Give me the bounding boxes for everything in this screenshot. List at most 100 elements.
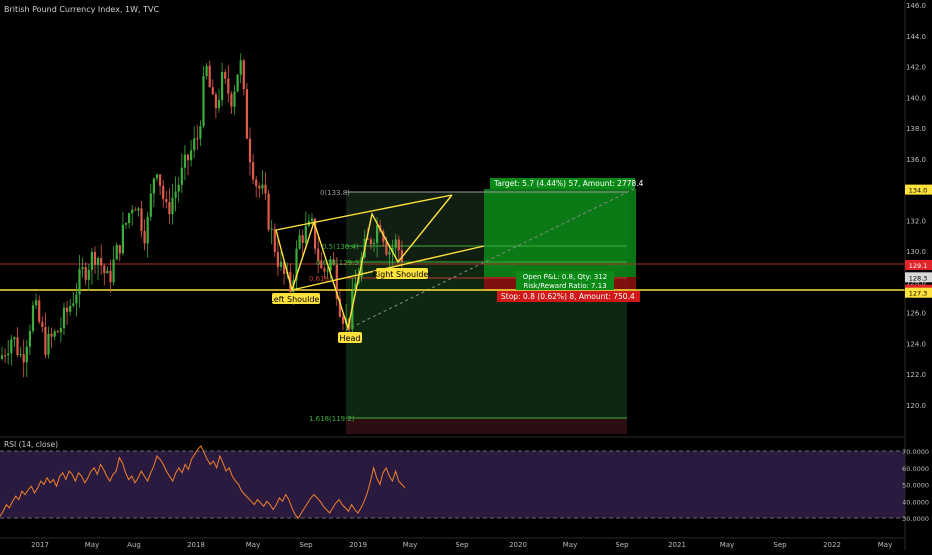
candle-body <box>341 316 345 324</box>
right-shoulder-label: Right Shoulder <box>372 270 432 279</box>
candle-body <box>78 269 81 295</box>
open-pl-label: Open P&L: 0.8, Qty: 312 <box>523 273 608 281</box>
price-tag-label: 127.3 <box>909 290 928 298</box>
rsi-tick-label: 60.0000 <box>902 465 929 473</box>
candle-body <box>273 228 276 253</box>
candle-body <box>214 94 217 109</box>
candle-body <box>115 245 118 260</box>
candle-body <box>230 93 233 107</box>
candle-body <box>183 154 186 168</box>
time-tick-label: 2019 <box>349 541 367 549</box>
candle-body <box>199 126 202 139</box>
candle-body <box>62 307 66 329</box>
price-tick-label: 144.0 <box>906 33 926 41</box>
price-chart[interactable]: Left Shoulder Head Right Shoulder 0(133.… <box>0 0 932 550</box>
candle-body <box>276 252 279 267</box>
candle-body <box>258 186 261 189</box>
candle-body <box>146 216 149 244</box>
target-label: Target: 5.7 (4.44%) 57, Amount: 2778.4 <box>493 179 644 188</box>
candle-body <box>149 193 152 217</box>
candle-body <box>196 138 199 140</box>
candle-body <box>155 174 159 179</box>
price-tick-label: 132.0 <box>906 217 926 225</box>
candle-body <box>112 259 115 283</box>
candle-body <box>193 138 196 151</box>
candle-body <box>270 228 273 230</box>
candle-body <box>121 224 124 254</box>
price-tick-label: 142.0 <box>906 64 926 72</box>
candle-body <box>376 225 379 243</box>
candle-body <box>47 333 50 355</box>
candle-body <box>267 193 270 230</box>
fib-1618-label: 1.618(119.2) <box>309 415 355 423</box>
candle-body <box>134 209 137 211</box>
candle-body <box>13 337 16 340</box>
candle-body <box>66 307 69 312</box>
fib-05-label: 0.5(130.4) <box>322 243 359 251</box>
candle-body <box>50 333 53 337</box>
candle-body <box>84 267 87 280</box>
fib-0-label: 0(133.8) <box>320 189 350 197</box>
candle-body <box>137 208 140 211</box>
chart-stage: Left Shoulder Head Right Shoulder 0(133.… <box>0 0 932 550</box>
time-tick-label: Sep <box>615 541 629 549</box>
time-tick-label: Sep <box>455 541 469 549</box>
candle-body <box>7 353 10 356</box>
candle-body <box>35 300 38 306</box>
candle-body <box>41 321 44 328</box>
candle-body <box>323 268 326 272</box>
candle-body <box>372 242 376 245</box>
head-label: Head <box>340 334 361 343</box>
candle-body <box>224 72 227 79</box>
candle-body <box>118 245 121 254</box>
time-tick-label: 2021 <box>668 541 686 549</box>
candle-body <box>28 331 31 347</box>
price-tick-label: 140.0 <box>906 94 926 102</box>
candle-body <box>264 184 267 194</box>
candle-body <box>394 239 397 248</box>
candle-body <box>19 354 22 356</box>
candle-body <box>109 270 112 283</box>
candle-body <box>298 235 301 249</box>
candle-body <box>171 197 174 215</box>
price-tag-label: 134.0 <box>909 187 928 195</box>
fib-extension-zone <box>346 418 627 434</box>
candle-body <box>236 74 239 92</box>
fib-0618-label: 0.618(129.3) <box>316 259 362 267</box>
candle-body <box>279 261 283 267</box>
candle-body <box>159 174 162 186</box>
candle-body <box>180 167 183 185</box>
candle-body <box>162 185 165 200</box>
time-tick-label: Sep <box>773 541 787 549</box>
price-tick-label: 122.0 <box>906 371 926 379</box>
candle-body <box>242 60 245 90</box>
fib-0618b-label: 0.618 <box>309 275 329 283</box>
time-tick-label: 2018 <box>187 541 205 549</box>
candle-body <box>255 179 258 187</box>
time-tick-label: 2022 <box>823 541 841 549</box>
candle-body <box>93 252 97 265</box>
candle-body <box>75 294 78 304</box>
time-tick-label: 2017 <box>31 541 49 549</box>
candle-body <box>304 225 307 243</box>
candle-body <box>301 235 304 243</box>
rsi-tick-label: 70.0000 <box>902 448 929 456</box>
time-tick-label: May <box>720 541 734 549</box>
time-tick-label: Sep <box>299 541 313 549</box>
candle-body <box>44 327 47 355</box>
candle-body <box>174 191 177 198</box>
time-tick-label: Aug <box>127 541 141 549</box>
candle-body <box>233 91 236 107</box>
candle-body <box>397 239 400 251</box>
price-tick-label: 130.0 <box>906 248 926 256</box>
chart-title: British Pound Currency Index, 1W, TVC <box>4 5 159 14</box>
candle-body <box>261 184 264 189</box>
candle-body <box>0 355 4 359</box>
candle-body <box>140 208 143 231</box>
candle-body <box>90 252 93 271</box>
rsi-tick-label: 30.0000 <box>902 515 929 523</box>
candle-body <box>208 65 211 88</box>
candle-body <box>106 270 109 274</box>
candle-body <box>252 162 255 180</box>
price-tick-label: 120.0 <box>906 402 926 410</box>
